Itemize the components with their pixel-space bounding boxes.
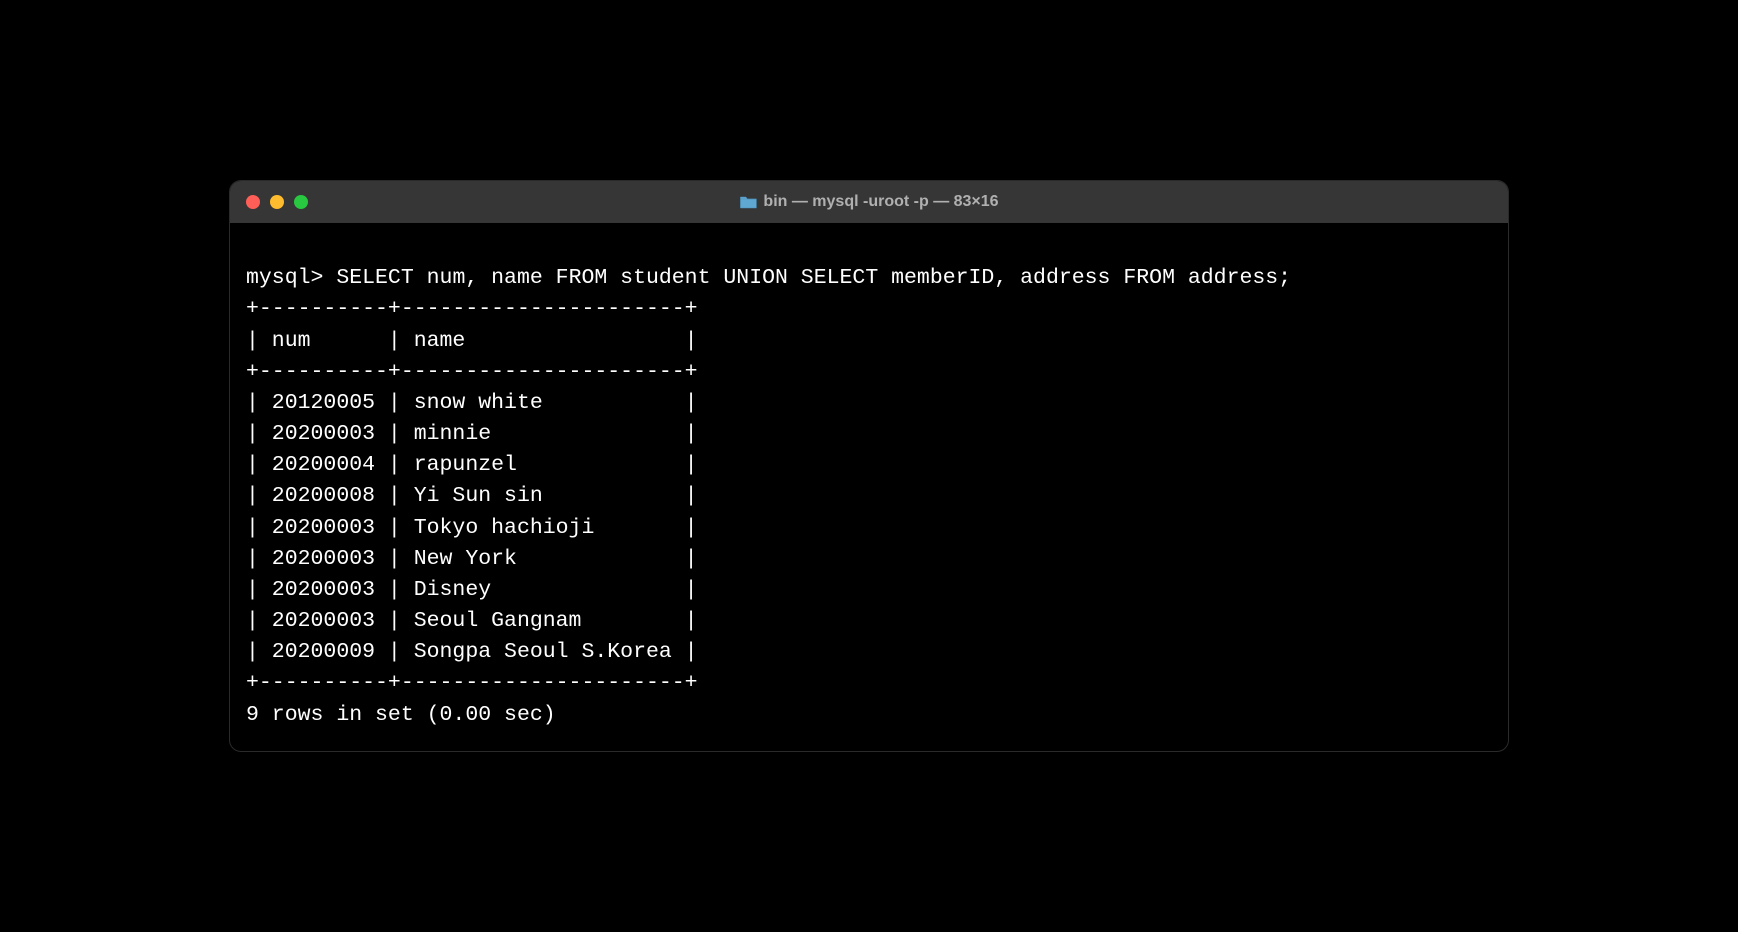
table-row: | 20200003 | Seoul Gangnam | — [246, 606, 1492, 637]
table-row: | 20200003 | Tokyo hachioji | — [246, 513, 1492, 544]
table-border-bottom: +----------+----------------------+ — [246, 668, 1492, 699]
table-row: | 20200003 | Disney | — [246, 575, 1492, 606]
terminal-window: bin — mysql -uroot -p — 83×16 mysql> SEL… — [229, 180, 1509, 752]
window-title: bin — mysql -uroot -p — 83×16 — [739, 193, 998, 211]
mysql-prompt: mysql> — [246, 266, 323, 290]
result-footer: 9 rows in set (0.00 sec) — [246, 700, 1492, 731]
table-row: | 20200009 | Songpa Seoul S.Korea | — [246, 637, 1492, 668]
window-controls — [246, 195, 308, 209]
title-bar[interactable]: bin — mysql -uroot -p — 83×16 — [230, 181, 1508, 223]
maximize-button[interactable] — [294, 195, 308, 209]
folder-icon — [739, 195, 757, 209]
close-button[interactable] — [246, 195, 260, 209]
table-row: | 20200003 | minnie | — [246, 419, 1492, 450]
table-row: | 20200008 | Yi Sun sin | — [246, 481, 1492, 512]
query-line: mysql> SELECT num, name FROM student UNI… — [246, 263, 1492, 294]
table-border-top: +----------+----------------------+ — [246, 294, 1492, 325]
table-row: | 20200003 | New York | — [246, 544, 1492, 575]
table-row: | 20120005 | snow white | — [246, 388, 1492, 419]
minimize-button[interactable] — [270, 195, 284, 209]
sql-query: SELECT num, name FROM student UNION SELE… — [336, 266, 1291, 290]
window-title-text: bin — mysql -uroot -p — 83×16 — [763, 193, 998, 211]
table-border-mid: +----------+----------------------+ — [246, 357, 1492, 388]
terminal-body[interactable]: mysql> SELECT num, name FROM student UNI… — [230, 223, 1508, 751]
table-header: | num | name | — [246, 326, 1492, 357]
table-row: | 20200004 | rapunzel | — [246, 450, 1492, 481]
